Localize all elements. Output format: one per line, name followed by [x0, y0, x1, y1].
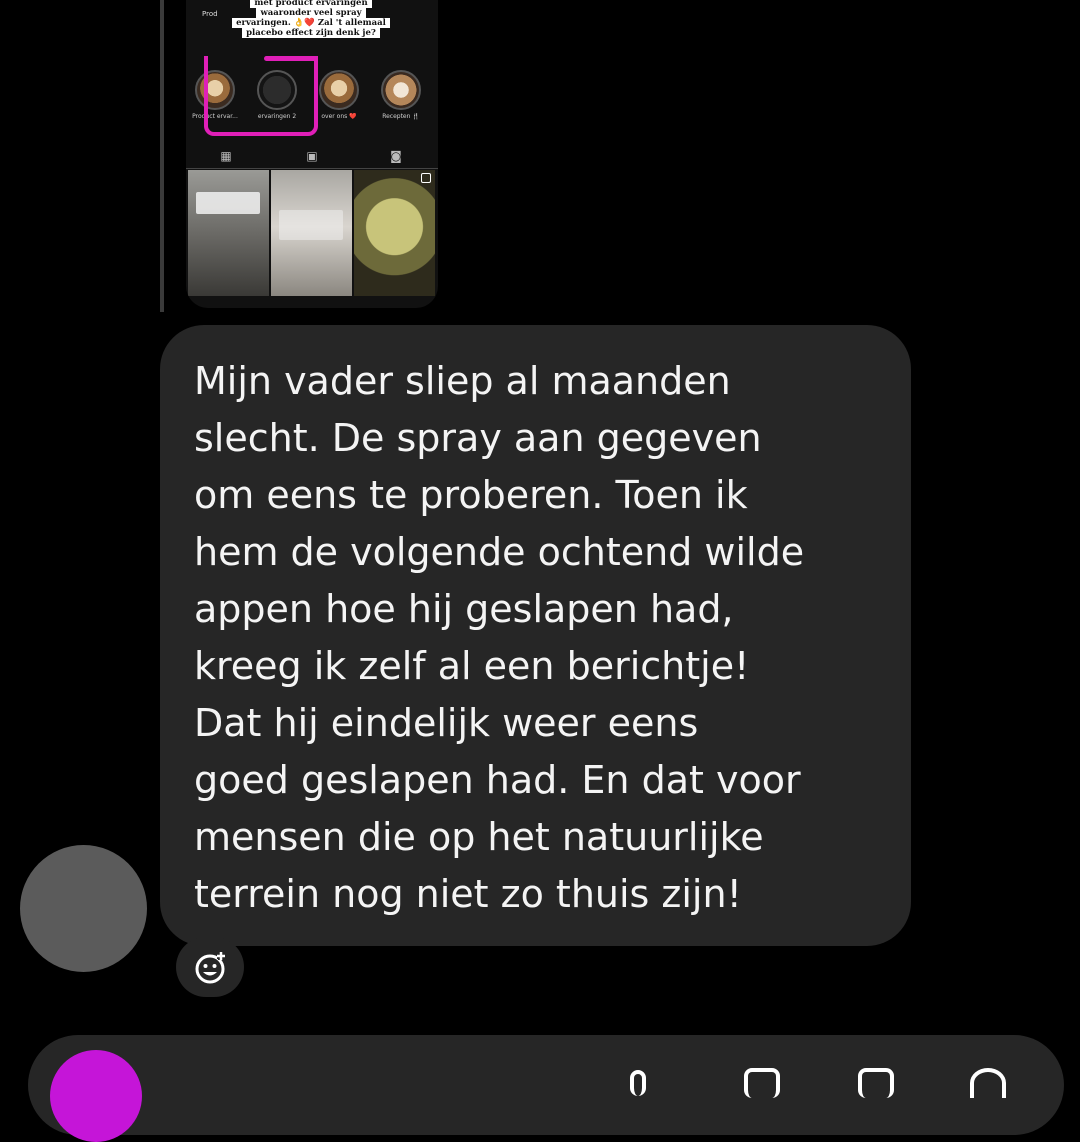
camera-button[interactable]	[50, 1050, 142, 1142]
post-text-overlay	[196, 192, 260, 214]
message-line: Dat hij eindelijk weer eens	[194, 701, 699, 745]
highlight-thumbnail	[381, 70, 421, 110]
tagged-icon[interactable]: ◙	[390, 150, 402, 162]
carousel-icon	[421, 173, 431, 183]
highlight-recepten[interactable]: Recepten 🍴	[372, 70, 430, 120]
add-reaction-button[interactable]	[176, 937, 244, 997]
gallery-icon[interactable]	[744, 1068, 780, 1098]
post-text-overlay	[279, 210, 343, 240]
message-line: Mijn vader sliep al maanden	[194, 359, 731, 403]
message-composer[interactable]	[28, 1035, 1064, 1135]
highlight-marker-annotation-top	[264, 56, 318, 61]
highlight-label: Recepten 🍴	[382, 113, 420, 120]
story-caption-line: met product ervaringen	[250, 0, 372, 8]
message-line: goed geslapen had. En dat voor	[194, 758, 801, 802]
microphone-icon[interactable]	[630, 1070, 646, 1096]
message-line: kreeg ik zelf al een berichtje!	[194, 644, 750, 688]
reels-icon[interactable]: ▣	[306, 150, 318, 162]
story-caption-line: ervaringen. 👌❤️ Zal 't allemaal	[232, 18, 390, 28]
post-thumbnail[interactable]	[354, 170, 435, 296]
story-caption-line: waaronder veel spray	[256, 8, 366, 18]
highlight-label: over ons ❤️	[321, 113, 357, 120]
story-caption: met product ervaringen waaronder veel sp…	[196, 0, 426, 38]
message-line: slecht. De spray aan gegeven	[194, 416, 762, 460]
highlight-thumbnail	[319, 70, 359, 110]
sticker-icon[interactable]	[858, 1068, 894, 1098]
add-icon[interactable]	[970, 1068, 1006, 1098]
message-line: appen hoe hij geslapen had,	[194, 587, 734, 631]
profile-post-grid	[188, 170, 436, 300]
message-line: om eens te proberen. Toen ik	[194, 473, 748, 517]
message-line: hem de volgende ochtend wilde	[194, 530, 805, 574]
reply-indicator-line	[160, 0, 164, 312]
sender-avatar[interactable]	[20, 845, 147, 972]
highlight-marker-annotation	[204, 56, 318, 136]
add-reaction-icon	[195, 952, 225, 984]
grid-icon[interactable]: ▦	[220, 150, 232, 162]
message-line: terrein nog niet zo thuis zijn!	[194, 872, 742, 916]
post-thumbnail[interactable]	[188, 170, 269, 296]
highlight-over-ons[interactable]: over ons ❤️	[310, 70, 368, 120]
post-thumbnail[interactable]	[271, 170, 352, 296]
message-line: mensen die op het natuurlijke	[194, 815, 764, 859]
shared-story-preview[interactable]: Prod met product ervaringen waaronder ve…	[186, 0, 438, 308]
profile-tabs: ▦ ▣ ◙	[186, 148, 438, 169]
story-caption-line: placebo effect zijn denk je?	[242, 28, 380, 38]
